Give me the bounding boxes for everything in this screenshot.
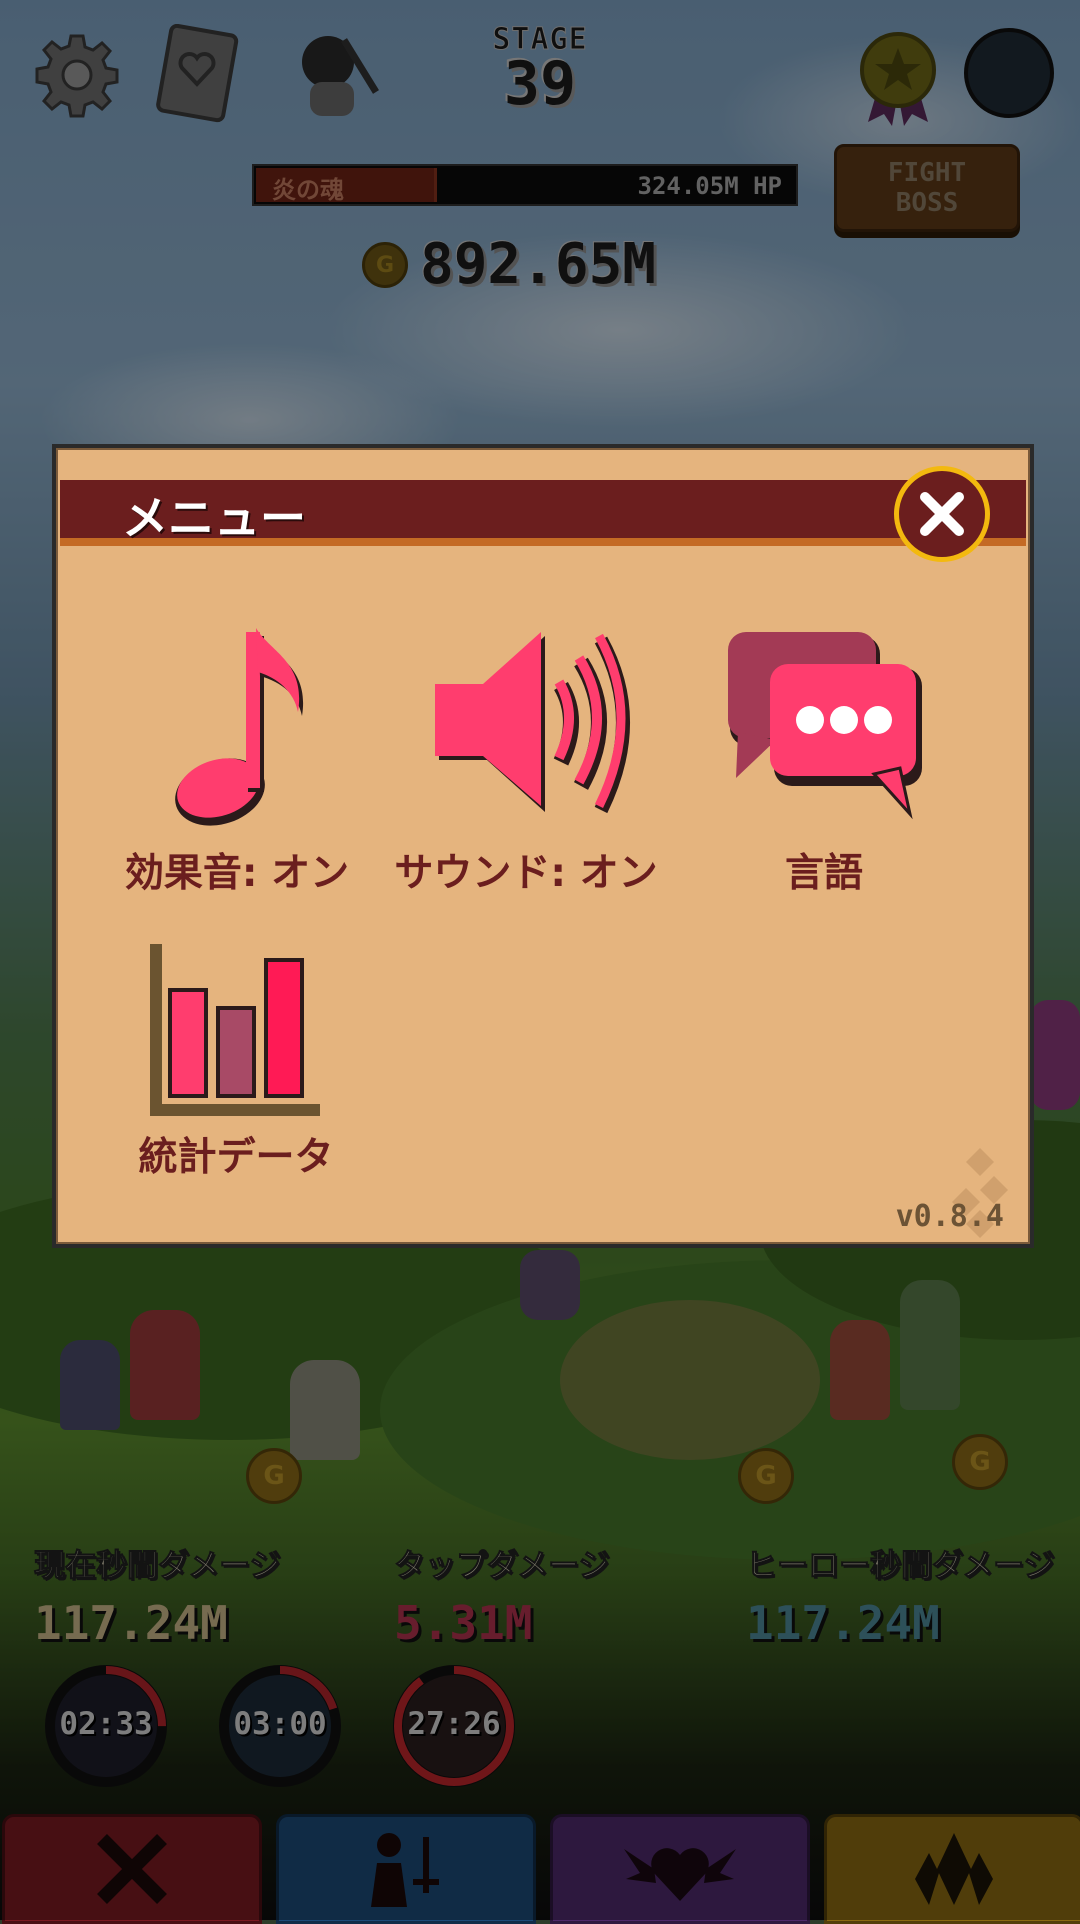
sound-effects-toggle[interactable]: 効果音: オン [112,616,362,898]
sound-toggle[interactable]: サウンド: オン [388,616,664,898]
bar-chart-icon [150,944,320,1116]
version-text: v0.8.4 [895,1199,1004,1234]
menu-title: メニュー [122,491,306,545]
close-icon [920,492,964,536]
sound-label: サウンド: オン [394,851,658,896]
speaker-icon [435,632,630,814]
music-note-icon [175,628,304,826]
statistics-button[interactable]: 統計データ [126,942,346,1182]
close-button[interactable] [894,466,990,562]
menu-header: メニュー [60,480,1026,546]
language-button[interactable]: 言語 [724,628,924,898]
statistics-label: 統計データ [138,1135,334,1180]
language-label: 言語 [784,851,863,896]
chat-bubbles-icon [728,632,922,820]
sound-effects-label: 効果音: オン [124,851,350,896]
menu-panel: メニュー 効果音: オン サウンド: オン 言語 統計データ v0.8.4 [52,444,1034,1248]
